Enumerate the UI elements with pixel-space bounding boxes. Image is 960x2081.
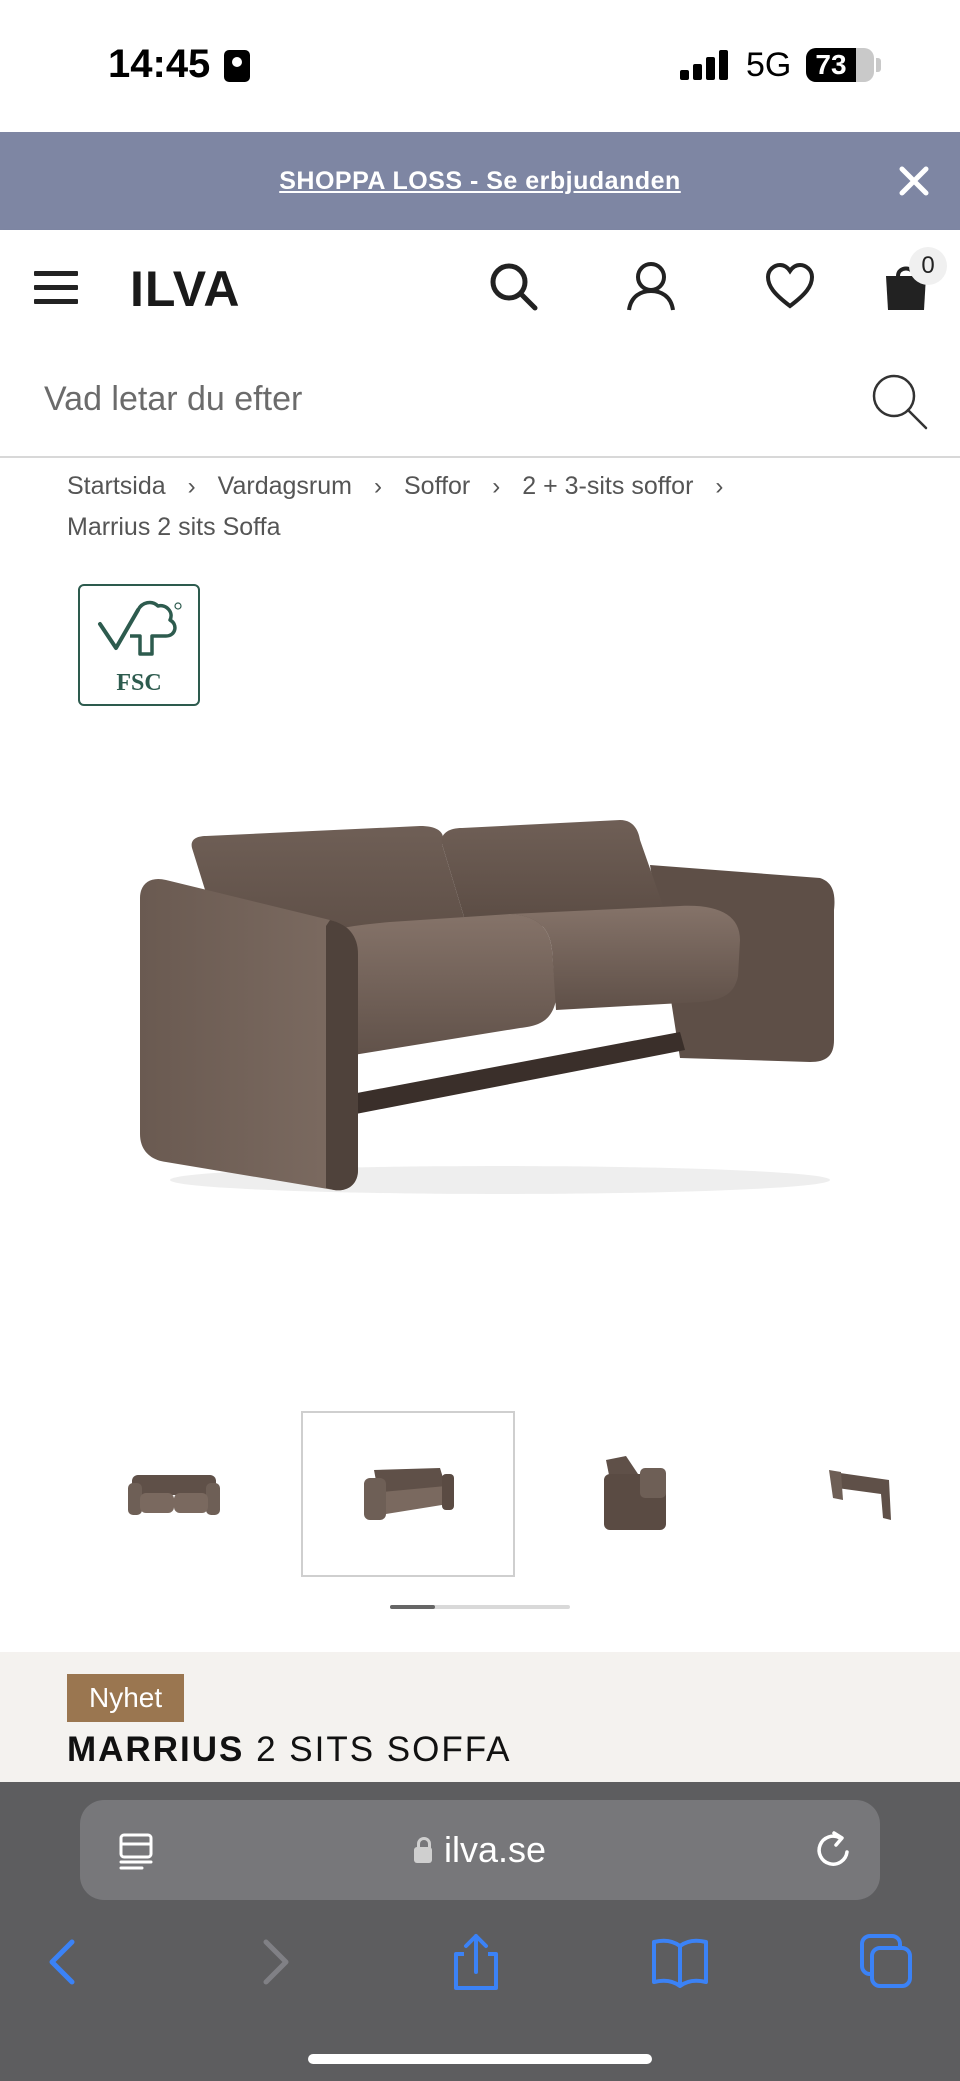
contact-card-icon — [224, 50, 250, 82]
cart-count-badge: 0 — [909, 247, 947, 285]
breadcrumb-separator: › — [187, 473, 196, 500]
logo[interactable]: ILVA — [130, 260, 240, 318]
breadcrumb-separator: › — [715, 473, 724, 500]
product-title: MARRIUS 2 SITS SOFFA — [67, 1730, 512, 1770]
thumbnail-4[interactable] — [755, 1411, 960, 1577]
product-title-name: 2 SITS SOFFA — [256, 1730, 512, 1769]
fsc-label: FSC — [116, 670, 162, 696]
battery-level: 73 — [815, 49, 847, 80]
reload-icon[interactable] — [814, 1830, 854, 1870]
menu-icon[interactable] — [34, 271, 78, 305]
back-icon[interactable] — [34, 1932, 94, 1992]
lock-icon — [413, 1837, 432, 1863]
status-time: 14:45 — [108, 42, 211, 86]
thumbnail-4-image — [829, 1470, 891, 1520]
gallery-scroll-track — [390, 1605, 570, 1609]
site-header: ILVA 0 — [0, 230, 960, 344]
thumbnail-2-image — [364, 1468, 454, 1520]
close-icon[interactable] — [896, 163, 932, 199]
fsc-badge[interactable]: FSC — [78, 584, 200, 706]
home-indicator — [308, 2054, 652, 2064]
breadcrumb: Startsida › Vardagsrum › Soffor › 2 + 3-sits s… — [67, 466, 927, 547]
search-bar — [0, 344, 960, 458]
signal-icon — [680, 50, 732, 80]
tree-check-icon — [98, 600, 182, 656]
forward-icon[interactable] — [244, 1932, 304, 1992]
thumbnail-3[interactable] — [528, 1411, 742, 1577]
breadcrumb-soffor[interactable]: Soffor — [404, 472, 470, 500]
user-icon[interactable] — [625, 260, 677, 312]
breadcrumb-current: Marrius 2 sits Soffa — [67, 513, 281, 541]
search-input[interactable] — [44, 366, 844, 432]
thumbnail-1[interactable] — [67, 1411, 281, 1577]
address-text: ilva.se — [80, 1800, 880, 1900]
browser-toolbar: ilva.se — [0, 1782, 960, 2081]
url-text: ilva.se — [443, 1829, 547, 1870]
gallery-scroll-thumb — [390, 1605, 435, 1609]
tabs-icon[interactable] — [856, 1932, 916, 1992]
bookmarks-icon[interactable] — [650, 1932, 710, 1992]
product-info: Nyhet MARRIUS 2 SITS SOFFA — [0, 1652, 960, 1782]
battery-icon: 73 — [806, 48, 874, 82]
thumbnail-2[interactable] — [301, 1411, 515, 1577]
product-image[interactable] — [120, 800, 850, 1200]
search-icon[interactable] — [870, 372, 928, 430]
status-bar: 14:45 5G 73 — [0, 0, 960, 132]
network-type: 5G — [746, 46, 792, 84]
battery-cap — [876, 58, 881, 72]
breadcrumb-2-3-sits-soffor[interactable]: 2 + 3-sits soffor — [522, 472, 693, 500]
address-bar[interactable]: ilva.se — [80, 1800, 880, 1900]
breadcrumb-vardagsrum[interactable]: Vardagsrum — [218, 472, 352, 500]
thumbnail-1-image — [128, 1475, 220, 1515]
search-icon[interactable] — [487, 260, 539, 312]
product-title-brand: MARRIUS — [67, 1730, 245, 1769]
promo-banner: SHOPPA LOSS - Se erbjudanden — [0, 132, 960, 230]
thumbnail-3-image — [604, 1456, 666, 1530]
share-icon[interactable] — [446, 1932, 506, 1992]
breadcrumb-separator: › — [492, 473, 501, 500]
heart-icon[interactable] — [764, 260, 816, 312]
promo-link[interactable]: SHOPPA LOSS - Se erbjudanden — [0, 132, 960, 230]
breadcrumb-startsida[interactable]: Startsida — [67, 472, 166, 500]
new-badge: Nyhet — [67, 1674, 185, 1722]
breadcrumb-separator: › — [374, 473, 382, 500]
